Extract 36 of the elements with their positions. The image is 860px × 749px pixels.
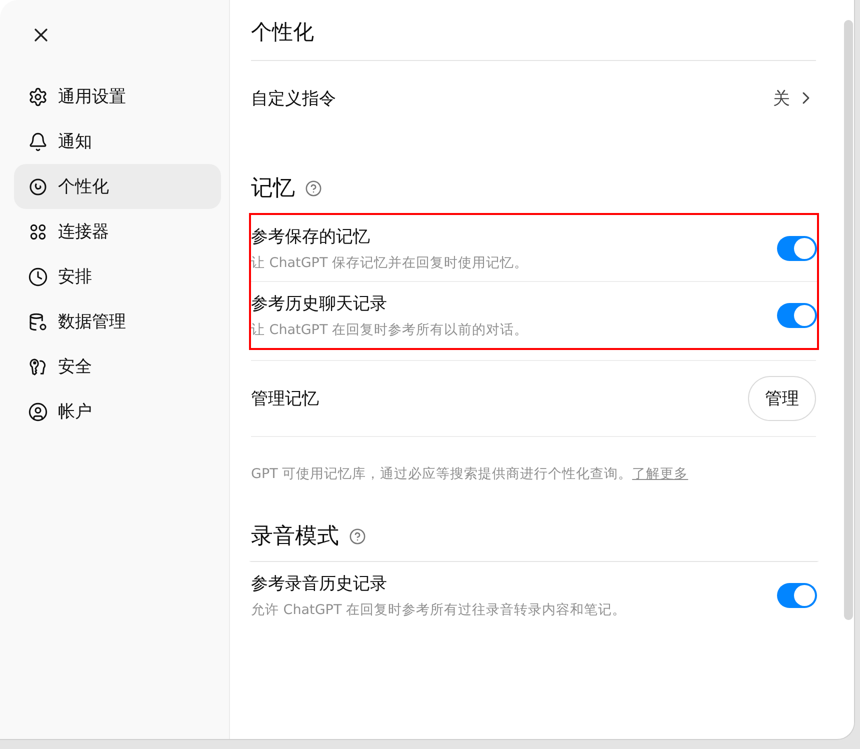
toggle-switch[interactable] — [777, 583, 817, 608]
database-icon — [28, 312, 48, 332]
row-label: 管理记忆 — [251, 388, 319, 410]
user-icon — [28, 402, 48, 422]
section-title: 录音模式 — [251, 523, 339, 551]
toggle-description: 允许 ChatGPT 在回复时参考所有过往录音转录内容和笔记。 — [251, 601, 626, 619]
toggle-label: 参考录音历史记录 — [251, 573, 388, 595]
sidebar-item[interactable]: 安全 — [14, 344, 221, 389]
manage-button[interactable]: 管理 — [748, 376, 816, 421]
bell-icon — [28, 132, 48, 152]
swirl-icon — [28, 176, 48, 196]
sidebar-item[interactable]: 帐户 — [14, 389, 221, 434]
toggle-label: 参考保存的记忆 — [251, 226, 371, 248]
clock-icon — [28, 266, 48, 286]
toggle-switch[interactable] — [777, 303, 817, 328]
section-title: 记忆 — [251, 175, 295, 203]
toggle-switch[interactable] — [777, 236, 817, 261]
sidebar-item[interactable]: 通知 — [14, 119, 221, 164]
sidebar-item[interactable]: 安排 — [14, 254, 221, 299]
key-icon — [28, 356, 48, 376]
page-title: 个性化 — [251, 18, 816, 61]
settings-icon — [28, 86, 48, 106]
sidebar-item[interactable]: 连接器 — [14, 209, 221, 254]
toggle-description: 让 ChatGPT 保存记忆并在回复时使用记忆。 — [251, 254, 528, 272]
toggle-description: 让 ChatGPT 在回复时参考所有以前的对话。 — [251, 321, 528, 339]
note-text: GPT 可使用记忆库，通过必应等搜索提供商进行个性化查询。了解更多 — [251, 465, 690, 483]
sidebar-item[interactable]: 个性化 — [14, 164, 221, 209]
sidebar-item[interactable]: 数据管理 — [14, 299, 221, 344]
help-icon[interactable] — [349, 528, 366, 544]
sidebar-item[interactable]: 通用设置 — [14, 74, 221, 119]
scrollbar-thumb[interactable] — [844, 20, 852, 620]
row-label: 自定义指令 — [251, 88, 336, 110]
help-icon[interactable] — [305, 180, 322, 196]
row-value: 关 — [773, 88, 790, 110]
nodes-icon — [28, 222, 48, 242]
toggle-label: 参考历史聊天记录 — [251, 293, 388, 315]
